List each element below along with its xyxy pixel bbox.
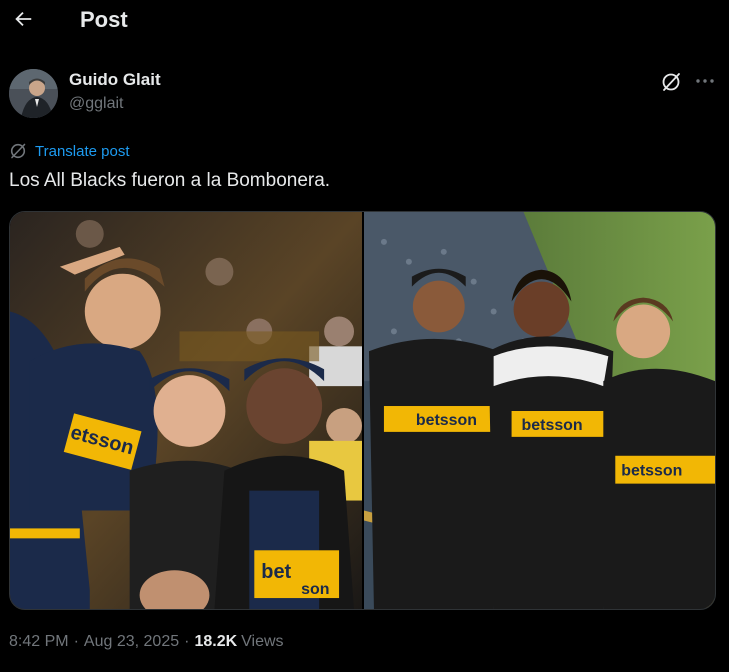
meta-separator: · — [73, 633, 79, 650]
top-bar: Post — [0, 0, 729, 44]
right-jersey-sponsor-3: betsson — [621, 463, 682, 480]
left-jersey-sponsor-2: bet — [261, 561, 291, 583]
post-meta: 8:42 PM · Aug 23, 2025 · 18.2K Views — [9, 633, 284, 651]
media-grid: etsson bet son betsson betsson betsson — [9, 211, 716, 610]
grok-icon — [662, 73, 680, 91]
views-label: Views — [241, 633, 284, 650]
left-jersey-sponsor-3: son — [301, 581, 329, 598]
right-jersey-sponsor-2: betsson — [522, 417, 583, 434]
page-title: Post — [80, 7, 128, 32]
post-date[interactable]: Aug 23, 2025 — [84, 633, 179, 651]
translate-icon — [10, 143, 26, 159]
author-name[interactable]: Guido Glait — [69, 70, 161, 90]
more-horizontal-icon — [696, 79, 714, 83]
arrow-left-icon — [15, 11, 32, 27]
avatar[interactable] — [9, 69, 58, 118]
right-jersey-sponsor-1: betsson — [416, 412, 477, 429]
photo-left[interactable]: etsson bet son — [10, 212, 362, 609]
translate-post-link[interactable]: Translate post — [9, 141, 130, 161]
post-time[interactable]: 8:42 PM — [9, 633, 69, 651]
photo-right[interactable]: betsson betsson betsson — [364, 212, 715, 609]
grok-button[interactable] — [660, 71, 682, 93]
more-button[interactable] — [693, 71, 717, 91]
views-count: 18.2K — [194, 633, 238, 650]
post-text: Los All Blacks fueron a la Bombonera. — [9, 170, 331, 191]
meta-separator: · — [184, 633, 190, 650]
back-button[interactable] — [8, 4, 38, 34]
translate-label: Translate post — [35, 142, 130, 160]
author-handle[interactable]: @gglait — [69, 95, 124, 113]
